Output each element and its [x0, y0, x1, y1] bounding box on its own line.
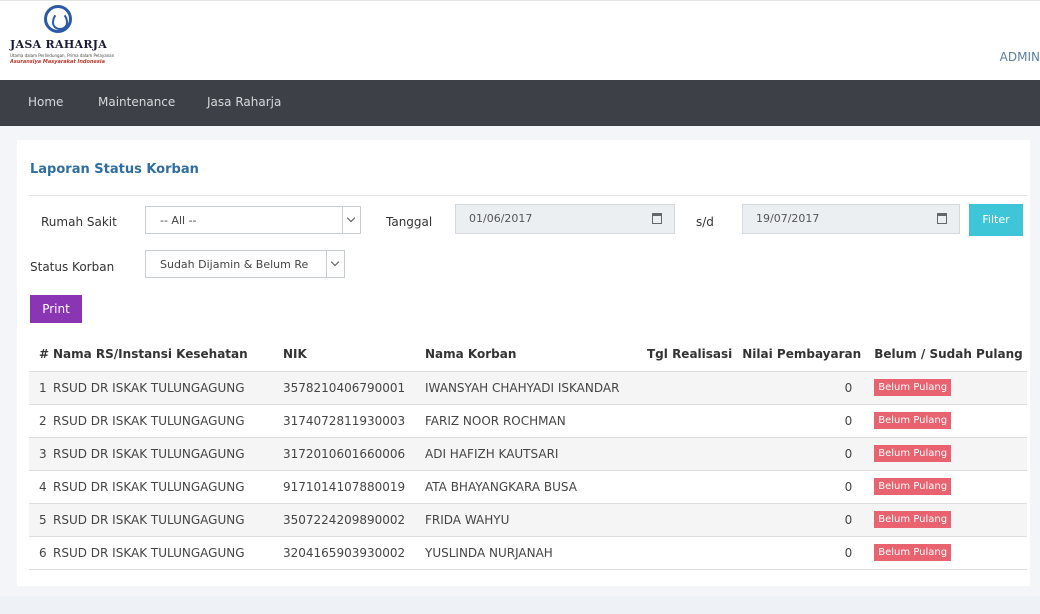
logo-brand: JASA RAHARJA	[10, 38, 108, 51]
calendar-icon[interactable]	[652, 213, 662, 224]
column-header-nilai-pembayaran: Nilai Pembayaran	[742, 346, 862, 361]
column-header-rs: Nama RS/Instansi Kesehatan	[53, 346, 248, 361]
status-badge: Belum Pulang	[874, 511, 952, 528]
cell-nik: 3172010601660006	[273, 436, 415, 470]
cell-nama-korban: ADI HAFIZH KAUTSARI	[415, 436, 637, 470]
cell-nama-korban: IWANSYAH CHAHYADI ISKANDAR	[415, 370, 637, 404]
cell-nama-korban: FRIDA WAHYU	[415, 502, 637, 536]
jasa-raharja-logo[interactable]: JASA RAHARJA Utama dalam Perlindungan, P…	[10, 5, 130, 77]
cell-tgl-realisasi	[637, 469, 733, 503]
title-divider	[29, 195, 1027, 196]
status-badge: Belum Pulang	[874, 544, 952, 561]
cell-rs: RSUD DR ISKAK TULUNGAGUNG	[53, 469, 273, 503]
status-korban-label: Status Korban	[30, 260, 115, 274]
cell-nik: 3204165903930002	[273, 535, 415, 570]
cell-nilai-pembayaran: 0	[732, 502, 865, 536]
cell-tgl-realisasi	[637, 502, 733, 536]
jasa-raharja-emblem-icon	[44, 5, 72, 33]
status-badge: Belum Pulang	[874, 412, 952, 429]
table-row: 4 RSUD DR ISKAK TULUNGAGUNG 91710141078800…	[29, 469, 1027, 503]
cell-tgl-realisasi	[637, 370, 733, 404]
cell-nik: 3174072811930003	[273, 403, 415, 437]
cell-rs: RSUD DR ISKAK TULUNGAGUNG	[53, 436, 273, 470]
main-navbar: Home Maintenance Jasa Raharja	[0, 80, 1040, 126]
cell-no: 1	[29, 370, 53, 404]
logo-motto: Asuransiya Masyarakat Indonesia	[10, 59, 105, 65]
table-row: 1 RSUD DR ISKAK TULUNGAGUNG 35782104067900…	[29, 370, 1027, 404]
table-row: 2 RSUD DR ISKAK TULUNGAGUNG 31740728119300…	[29, 403, 1027, 437]
cell-nilai-pembayaran: 0	[732, 535, 865, 570]
date-from-value: 01/06/2017	[469, 212, 533, 225]
cell-nilai-pembayaran: 0	[732, 403, 865, 437]
cell-status-pulang: Belum Pulang	[864, 403, 1027, 437]
calendar-icon[interactable]	[937, 213, 947, 224]
sd-label: s/d	[696, 215, 714, 229]
cell-status-pulang: Belum Pulang	[864, 436, 1027, 470]
cell-rs: RSUD DR ISKAK TULUNGAGUNG	[53, 502, 273, 536]
page-title: Laporan Status Korban	[30, 162, 199, 177]
table-row: 5 RSUD DR ISKAK TULUNGAGUNG 35072242098900…	[29, 502, 1027, 536]
nav-maintenance[interactable]: Maintenance	[98, 95, 175, 109]
cell-no: 3	[29, 436, 53, 470]
cell-nilai-pembayaran: 0	[732, 469, 865, 503]
rumah-sakit-select[interactable]: -- All --	[145, 206, 361, 234]
footer-band	[0, 596, 1040, 614]
cell-no: 5	[29, 502, 53, 536]
column-header-nama-korban: Nama Korban	[425, 346, 517, 361]
cell-nama-korban: FARIZ NOOR ROCHMAN	[415, 403, 637, 437]
report-panel: Laporan Status Korban Rumah Sakit -- All…	[17, 140, 1030, 586]
nav-jasa-raharja[interactable]: Jasa Raharja	[207, 95, 281, 109]
date-to-value: 19/07/2017	[756, 212, 820, 225]
column-header-no: #	[39, 346, 50, 361]
cell-nik: 9171014107880019	[273, 469, 415, 503]
tanggal-label: Tanggal	[386, 215, 433, 229]
filter-button[interactable]: Filter	[969, 204, 1023, 236]
print-button[interactable]: Print	[30, 295, 82, 323]
cell-nilai-pembayaran: 0	[732, 436, 865, 470]
table-row: 3 RSUD DR ISKAK TULUNGAGUNG 31720106016600…	[29, 436, 1027, 470]
column-header-nik: NIK	[283, 346, 307, 361]
chevron-down-icon	[342, 207, 360, 233]
cell-rs: RSUD DR ISKAK TULUNGAGUNG	[53, 535, 273, 570]
cell-tgl-realisasi	[637, 535, 733, 570]
cell-no: 6	[29, 535, 53, 570]
cell-no: 4	[29, 469, 53, 503]
cell-no: 2	[29, 403, 53, 437]
cell-rs: RSUD DR ISKAK TULUNGAGUNG	[53, 403, 273, 437]
cell-status-pulang: Belum Pulang	[864, 469, 1027, 503]
status-badge: Belum Pulang	[874, 445, 952, 462]
cell-tgl-realisasi	[637, 403, 733, 437]
rumah-sakit-select-value: -- All --	[160, 214, 197, 227]
victim-status-table: # Nama RS/Instansi Kesehatan NIK Nama Ko…	[29, 337, 1027, 570]
cell-status-pulang: Belum Pulang	[864, 370, 1027, 404]
logo-tagline: Utama dalam Perlindungan, Prima dalam Pe…	[10, 53, 115, 58]
cell-tgl-realisasi	[637, 436, 733, 470]
status-korban-select-value: Sudah Dijamin & Belum Re	[160, 258, 309, 271]
rumah-sakit-label: Rumah Sakit	[41, 215, 117, 229]
status-badge: Belum Pulang	[874, 379, 952, 396]
status-badge: Belum Pulang	[874, 478, 952, 495]
cell-nama-korban: YUSLINDA NURJANAH	[415, 535, 637, 570]
cell-nik: 3578210406790001	[273, 370, 415, 404]
nav-home[interactable]: Home	[28, 95, 63, 109]
cell-nik: 3507224209890002	[273, 502, 415, 536]
column-header-tgl-realisasi: Tgl Realisasi	[647, 346, 733, 361]
table-header-row: # Nama RS/Instansi Kesehatan NIK Nama Ko…	[29, 337, 1027, 371]
table-row: 6 RSUD DR ISKAK TULUNGAGUNG 32041659039300…	[29, 535, 1027, 570]
user-menu[interactable]: ADMIN	[1000, 50, 1040, 64]
top-header: JASA RAHARJA Utama dalam Perlindungan, P…	[0, 0, 1040, 80]
column-header-status-pulang: Belum / Sudah Pulang	[874, 346, 1023, 361]
date-from-input[interactable]: 01/06/2017	[455, 204, 675, 234]
cell-nama-korban: ATA BHAYANGKARA BUSA	[415, 469, 637, 503]
cell-nilai-pembayaran: 0	[732, 370, 865, 404]
status-korban-select[interactable]: Sudah Dijamin & Belum Re	[145, 250, 345, 278]
chevron-down-icon	[326, 251, 344, 277]
date-to-input[interactable]: 19/07/2017	[742, 204, 960, 234]
cell-status-pulang: Belum Pulang	[864, 502, 1027, 536]
cell-rs: RSUD DR ISKAK TULUNGAGUNG	[53, 370, 273, 404]
cell-status-pulang: Belum Pulang	[864, 535, 1027, 570]
